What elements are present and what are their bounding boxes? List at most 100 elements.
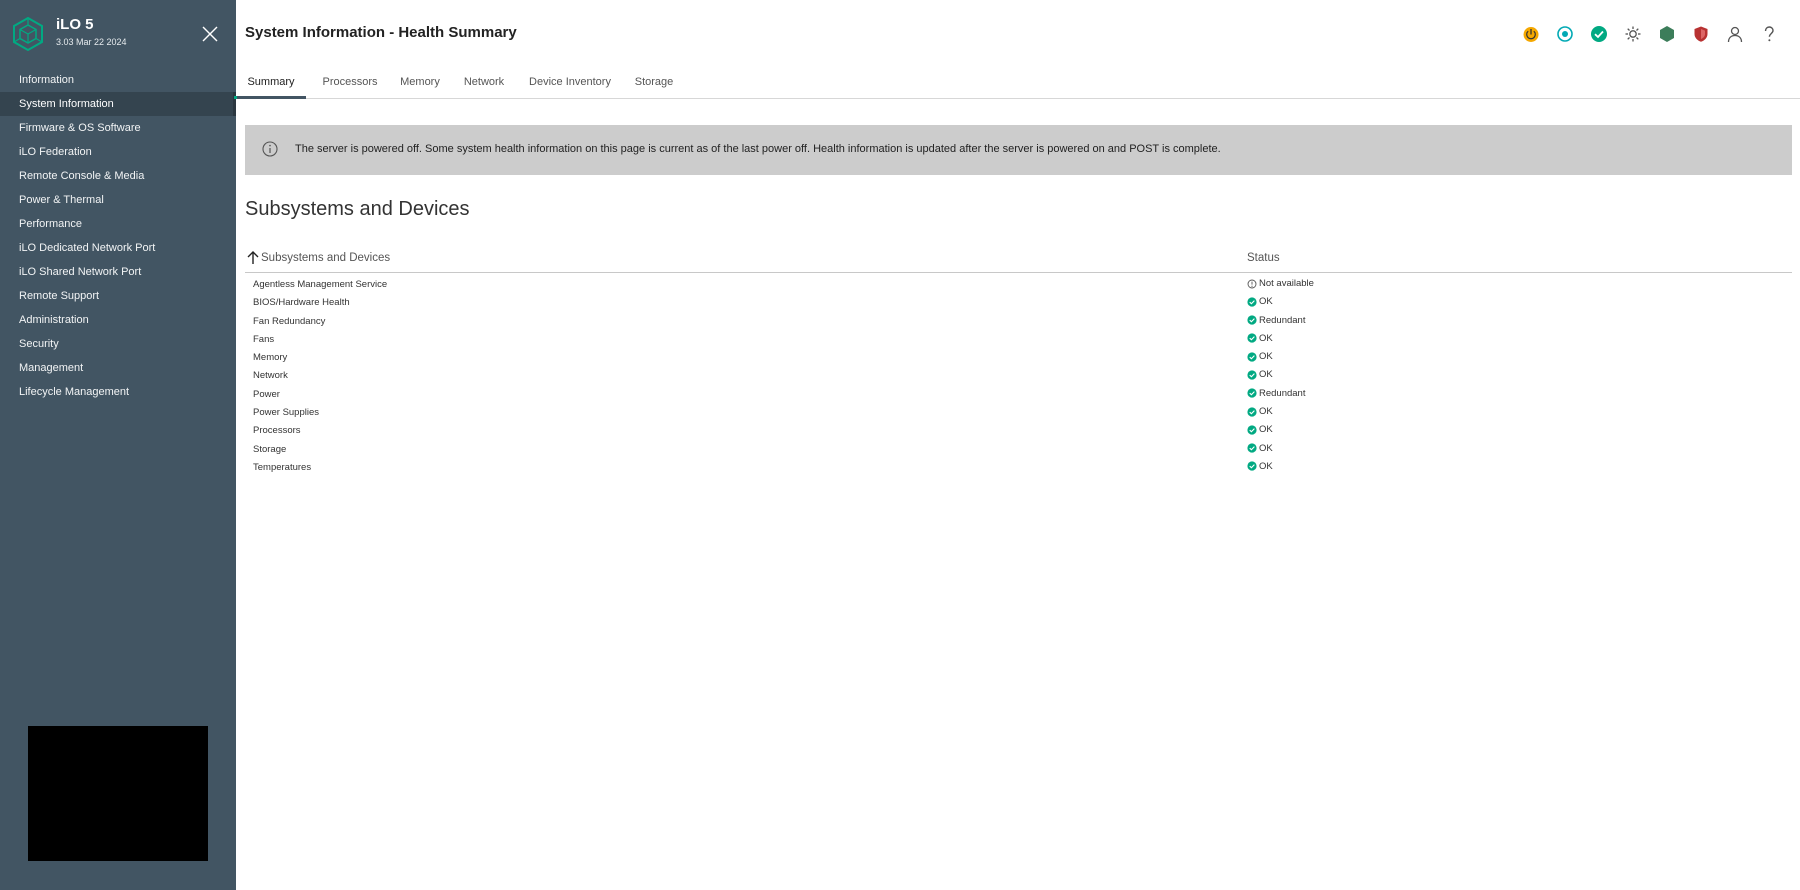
- column-header-subsystems[interactable]: Subsystems and Devices: [261, 252, 390, 264]
- table-row: Fans OK: [245, 330, 1792, 348]
- brand: iLO 5 3.03 Mar 22 2024: [0, 0, 236, 68]
- status-ok-icon: [1247, 352, 1257, 362]
- sidebar-item-ilo-shared-network-port[interactable]: iLO Shared Network Port: [0, 260, 236, 284]
- table-row: Processors OK: [245, 421, 1792, 439]
- row-status-text: OK: [1259, 332, 1273, 344]
- header-toolbar: [1520, 22, 1780, 46]
- row-status: OK: [1247, 461, 1273, 472]
- row-subsystem-name: Processors: [253, 425, 301, 437]
- row-subsystem-name: Agentless Management Service: [253, 279, 388, 290]
- row-subsystem-name: Temperatures: [253, 461, 312, 473]
- brightness-icon[interactable]: [1622, 22, 1644, 46]
- column-header-status[interactable]: Status: [1247, 252, 1280, 264]
- close-icon[interactable]: [200, 24, 220, 44]
- help-icon[interactable]: [1758, 22, 1780, 46]
- status-unknown-icon: [1247, 279, 1257, 288]
- sidebar-item-ilo-dedicated-network-port[interactable]: iLO Dedicated Network Port: [0, 236, 236, 260]
- row-status-text: OK: [1259, 351, 1273, 363]
- sidebar: iLO 5 3.03 Mar 22 2024 Information Syste…: [0, 0, 236, 890]
- tab-device-inventory[interactable]: Device Inventory: [522, 66, 618, 99]
- status-ok-icon: [1247, 388, 1257, 398]
- status-ok-icon: [1247, 370, 1257, 380]
- row-subsystem-name: Fan Redundancy: [253, 315, 326, 327]
- sidebar-item-management[interactable]: Management: [0, 356, 236, 380]
- status-ok-icon: [1247, 315, 1257, 325]
- security-shield-icon[interactable]: [1690, 22, 1712, 46]
- row-status-text: Redundant: [1259, 387, 1306, 399]
- status-ok-icon: [1247, 297, 1257, 307]
- row-status-text: OK: [1259, 424, 1273, 436]
- table-row: Fan Redundancy Redundant: [245, 312, 1792, 330]
- ilo-logo-icon: [13, 17, 43, 51]
- row-status-text: OK: [1259, 460, 1273, 472]
- sidebar-item-power-thermal[interactable]: Power & Thermal: [0, 188, 236, 212]
- row-subsystem-name: Fans: [253, 333, 275, 345]
- row-status: OK: [1247, 351, 1273, 362]
- status-ok-icon: [1247, 425, 1257, 435]
- row-subsystem-name: BIOS/Hardware Health: [253, 297, 350, 309]
- tab-storage[interactable]: Storage: [630, 66, 678, 99]
- table-row: Agentless Management Service Not availab…: [245, 275, 1792, 293]
- status-ok-icon: [1247, 406, 1257, 417]
- sidebar-item-remote-console-media[interactable]: Remote Console & Media: [0, 164, 236, 188]
- app-version: 3.03 Mar 22 2024: [56, 37, 127, 47]
- user-icon[interactable]: [1724, 22, 1746, 46]
- sidebar-item-ilo-federation[interactable]: iLO Federation: [0, 140, 236, 164]
- row-status: OK: [1247, 296, 1273, 307]
- table-header: Subsystems and Devices Status: [245, 246, 1792, 273]
- table-row: Storage OK: [245, 440, 1792, 458]
- row-status: OK: [1247, 406, 1273, 417]
- row-status-text: OK: [1259, 406, 1273, 418]
- power-off-notice: The server is powered off. Some system h…: [245, 125, 1792, 175]
- table-row: BIOS/Hardware Health OK: [245, 293, 1792, 311]
- sidebar-item-lifecycle-management[interactable]: Lifecycle Management: [0, 380, 236, 404]
- page-title: System Information - Health Summary: [245, 24, 517, 41]
- locator-uid-icon[interactable]: [1554, 22, 1576, 46]
- table-body: Agentless Management Service Not availab…: [245, 273, 1792, 476]
- sort-ascending-icon[interactable]: [247, 250, 259, 264]
- row-status: Redundant: [1247, 388, 1305, 399]
- sidebar-item-system-information[interactable]: System Information: [0, 92, 236, 116]
- tab-active-accent: [234, 96, 237, 99]
- tab-summary[interactable]: Summary: [234, 66, 306, 99]
- table-row: Memory OK: [245, 348, 1792, 366]
- tab-memory[interactable]: Memory: [394, 66, 446, 99]
- row-status: OK: [1247, 443, 1273, 454]
- power-icon[interactable]: [1520, 22, 1542, 46]
- sidebar-item-performance[interactable]: Performance: [0, 212, 236, 236]
- row-status: OK: [1247, 369, 1273, 380]
- tab-network[interactable]: Network: [458, 66, 510, 99]
- hexagon-status-icon[interactable]: [1656, 22, 1678, 46]
- section-title: Subsystems and Devices: [245, 198, 470, 220]
- table-row: Temperatures OK: [245, 458, 1792, 476]
- sidebar-item-information[interactable]: Information: [0, 68, 236, 92]
- sidebar-item-administration[interactable]: Administration: [0, 308, 236, 332]
- status-ok-icon: [1247, 443, 1257, 453]
- info-icon: [262, 141, 278, 157]
- row-subsystem-name: Storage: [253, 443, 287, 455]
- row-subsystem-name: Power Supplies: [253, 407, 320, 419]
- sidebar-item-security[interactable]: Security: [0, 332, 236, 356]
- sidebar-item-remote-support[interactable]: Remote Support: [0, 284, 236, 308]
- row-subsystem-name: Memory: [253, 352, 288, 364]
- row-status: Not available: [1247, 278, 1314, 289]
- status-ok-icon: [1247, 333, 1257, 343]
- row-subsystem-name: Power: [253, 388, 280, 400]
- remote-console-thumbnail[interactable]: [28, 726, 208, 861]
- row-status-text: OK: [1259, 296, 1273, 308]
- ilo-app: iLO 5 3.03 Mar 22 2024 Information Syste…: [0, 0, 1800, 890]
- row-subsystem-name: Network: [253, 370, 288, 382]
- row-status-text: Not available: [1259, 278, 1314, 289]
- tab-bar: Summary Processors Memory Network Device…: [234, 66, 1800, 99]
- status-ok-icon: [1247, 461, 1257, 472]
- app-title: iLO 5: [56, 16, 94, 33]
- tab-processors[interactable]: Processors: [318, 66, 382, 99]
- table-row: Network OK: [245, 366, 1792, 384]
- subsystems-table: Subsystems and Devices Status Agentless …: [245, 246, 1792, 476]
- health-ok-icon[interactable]: [1588, 22, 1610, 46]
- table-row: Power Redundant: [245, 385, 1792, 403]
- row-status: OK: [1247, 424, 1273, 435]
- row-status: Redundant: [1247, 315, 1305, 326]
- sidebar-nav: Information System Information Firmware …: [0, 68, 236, 404]
- sidebar-item-firmware-os-software[interactable]: Firmware & OS Software: [0, 116, 236, 140]
